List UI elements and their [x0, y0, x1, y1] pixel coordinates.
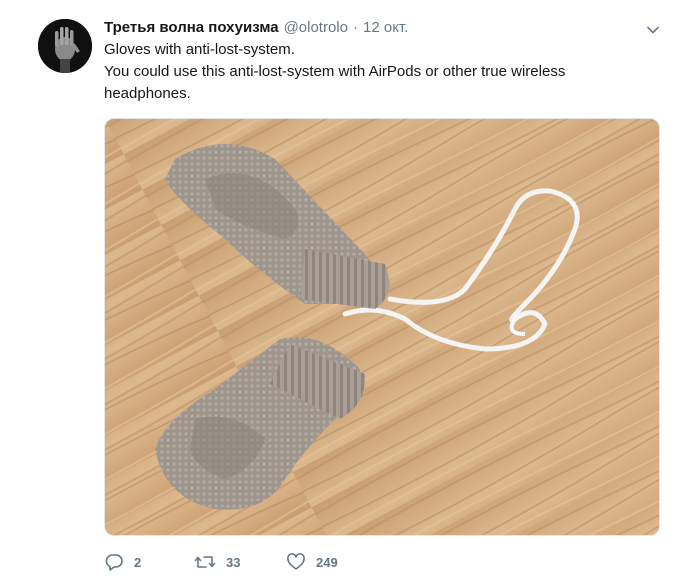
tweet-text-line: Gloves with anti-lost-system. — [104, 41, 295, 58]
retweet-button[interactable]: 33 — [194, 552, 286, 572]
tweet-header: Третья волна похуизма @olotrolo · 12 окт… — [104, 17, 664, 39]
user-handle[interactable]: @olotrolo — [284, 17, 348, 39]
reply-icon — [105, 554, 123, 571]
avatar[interactable] — [38, 19, 92, 73]
tweet: Третья волна похуизма @olotrolo · 12 окт… — [0, 0, 700, 586]
reply-count: 2 — [134, 554, 142, 570]
heart-icon — [287, 553, 305, 570]
mittens-photo — [105, 119, 659, 535]
separator-dot: · — [353, 19, 358, 36]
like-count: 249 — [316, 554, 338, 570]
tweet-actions: 2 33 249 — [104, 548, 376, 576]
tweet-content: Третья волна похуизма @olotrolo · 12 окт… — [104, 17, 664, 105]
display-name[interactable]: Третья волна похуизма — [104, 17, 279, 39]
like-button[interactable]: 249 — [286, 552, 376, 572]
retweet-icon — [194, 556, 216, 568]
tweet-text: Gloves with anti-lost-system. You could … — [104, 39, 594, 105]
tweet-text-line: You could use this anti-lost-system with… — [104, 63, 566, 102]
tweet-photo[interactable] — [104, 118, 660, 536]
retweet-count: 33 — [226, 554, 241, 570]
chevron-down-icon[interactable] — [646, 23, 660, 37]
avatar-hand-icon — [38, 19, 92, 73]
timestamp[interactable]: 12 окт. — [363, 17, 408, 39]
reply-button[interactable]: 2 — [104, 552, 194, 572]
